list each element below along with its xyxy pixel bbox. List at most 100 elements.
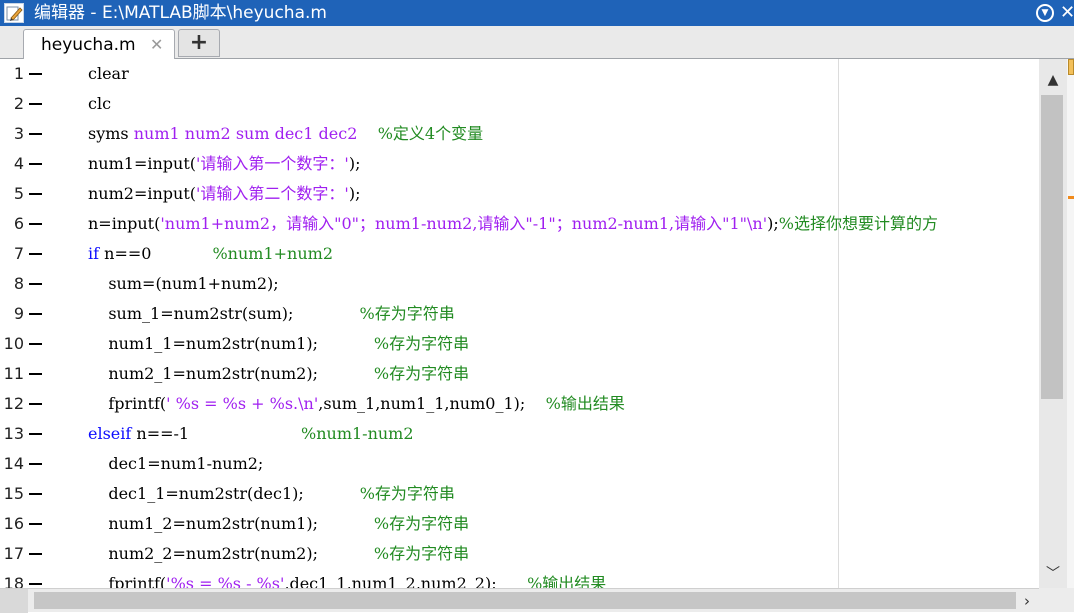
code-line[interactable]: 9 sum_1=num2str(sum); %存为字符串 — [0, 299, 1039, 329]
breakpoint-marker[interactable] — [29, 253, 42, 255]
code-token: '请输入第二个数字：' — [196, 184, 349, 203]
breakpoint-marker[interactable] — [29, 553, 42, 555]
code-text: num2_2=num2str(num2); %存为字符串 — [88, 539, 469, 569]
tab-heyucha[interactable]: heyucha.m ✕ — [23, 29, 175, 60]
breakpoint-marker[interactable] — [29, 433, 42, 435]
breakpoint-marker[interactable] — [29, 493, 42, 495]
breakpoint-marker[interactable] — [29, 163, 42, 165]
code-line[interactable]: 14 dec1=num1-num2; — [0, 449, 1039, 479]
horizontal-scroll-left[interactable] — [0, 589, 28, 613]
vertical-scrollbar[interactable]: ▲ ﹀ — [1039, 59, 1067, 588]
breakpoint-marker[interactable] — [29, 523, 42, 525]
breakpoint-marker[interactable] — [29, 403, 42, 405]
code-text: dec1_1=num2str(dec1); %存为字符串 — [88, 479, 455, 509]
title-bar: 编辑器 - E:\MATLAB脚本\heyucha.m ▼ ✕ — [0, 0, 1074, 26]
horizontal-scrollbar[interactable]: › — [0, 588, 1039, 613]
add-tab-button[interactable]: + — [178, 29, 220, 57]
code-line[interactable]: 16 num1_2=num2str(num1); %存为字符串 — [0, 509, 1039, 539]
code-token: '请输入第一个数字：' — [196, 154, 349, 173]
code-token: clear — [88, 64, 129, 83]
code-line[interactable]: 7 if n==0 %num1+num2 — [0, 239, 1039, 269]
code-text: num1=input('请输入第一个数字：'); — [88, 149, 360, 179]
code-token: num1_2=num2str(num1); — [88, 514, 374, 533]
code-line[interactable]: 11 num2_1=num2str(num2); %存为字符串 — [0, 359, 1039, 389]
breakpoint-marker[interactable] — [29, 133, 42, 135]
close-icon[interactable]: ✕ — [150, 35, 163, 55]
line-number: 1 — [13, 64, 24, 83]
code-text: clc — [88, 89, 111, 119]
line-number: 14 — [3, 454, 24, 473]
code-text: n=input('num1+num2，请输入"0"；num1-num2,请输入"… — [88, 209, 938, 239]
code-line[interactable]: 15 dec1_1=num2str(dec1); %存为字符串 — [0, 479, 1039, 509]
code-token: n==0 — [99, 244, 213, 263]
code-token: num2_1=num2str(num2); — [88, 364, 374, 383]
line-number: 17 — [3, 544, 24, 563]
code-text: fprintf(' %s = %s + %s.\n',sum_1,num1_1,… — [88, 389, 625, 419]
breakpoint-marker[interactable] — [29, 583, 42, 585]
line-number: 11 — [3, 364, 24, 383]
code-line[interactable]: 5 num2=input('请输入第二个数字：'); — [0, 179, 1039, 209]
code-line[interactable]: 8 sum=(num1+num2); — [0, 269, 1039, 299]
code-line[interactable]: 3 syms num1 num2 sum dec1 dec2 %定义4个变量 — [0, 119, 1039, 149]
code-line[interactable]: 12 fprintf(' %s = %s + %s.\n',sum_1,num1… — [0, 389, 1039, 419]
code-line[interactable]: 4 num1=input('请输入第一个数字：'); — [0, 149, 1039, 179]
scrollbar-corner — [1039, 588, 1074, 612]
chevron-right-icon[interactable]: › — [1016, 589, 1038, 613]
code-line[interactable]: 6 n=input('num1+num2，请输入"0"；num1-num2,请输入… — [0, 209, 1039, 239]
breakpoint-marker[interactable] — [29, 283, 42, 285]
warning-marker[interactable] — [1068, 196, 1074, 199]
line-number: 5 — [13, 184, 24, 203]
code-text: sum_1=num2str(sum); %存为字符串 — [88, 299, 454, 329]
code-editor[interactable]: 1 clear 2 clc 3 syms num1 num2 sum dec1 dec2 … — [0, 59, 1039, 588]
code-token: %num1+num2 — [212, 244, 333, 263]
vertical-scroll-thumb[interactable] — [1041, 95, 1063, 399]
code-token: elseif — [88, 424, 132, 443]
line-number: 9 — [13, 304, 24, 323]
code-line[interactable]: 2 clc — [0, 89, 1039, 119]
breakpoint-marker[interactable] — [29, 193, 42, 195]
breakpoint-marker[interactable] — [29, 373, 42, 375]
code-text: sum=(num1+num2); — [88, 269, 279, 299]
breakpoint-marker[interactable] — [29, 313, 42, 315]
line-number: 15 — [3, 484, 24, 503]
horizontal-scroll-thumb[interactable] — [34, 592, 1016, 609]
code-line[interactable]: 18 fprintf('%s = %s - %s',dec1_1,num1_2,… — [0, 569, 1039, 588]
chevron-down-circle-icon[interactable]: ▼ — [1036, 4, 1054, 22]
code-text: dec1=num1-num2; — [88, 449, 263, 479]
code-line[interactable]: 10 num1_1=num2str(num1); %存为字符串 — [0, 329, 1039, 359]
code-token: dec1_1=num2str(dec1); — [88, 484, 360, 503]
code-line[interactable]: 1 clear — [0, 59, 1039, 89]
matlab-editor-icon — [4, 3, 24, 23]
code-token: %存为字符串 — [373, 334, 470, 353]
line-number: 8 — [13, 274, 24, 293]
chevron-down-icon[interactable]: ﹀ — [1039, 564, 1067, 584]
line-number: 12 — [3, 394, 24, 413]
chevron-up-icon[interactable]: ▲ — [1039, 70, 1067, 90]
breakpoint-marker[interactable] — [29, 73, 42, 75]
breakpoint-marker[interactable] — [29, 463, 42, 465]
breakpoint-marker[interactable] — [29, 103, 42, 105]
code-token: sum=(num1+num2); — [88, 274, 279, 293]
code-line[interactable]: 13 elseif n==-1 %num1-num2 — [0, 419, 1039, 449]
code-token: %存为字符串 — [373, 514, 470, 533]
code-text: num1_2=num2str(num1); %存为字符串 — [88, 509, 469, 539]
code-token: 'num1+num2，请输入"0"；num1-num2,请输入"-1"；num2… — [160, 214, 768, 233]
code-token: %输出结果 — [527, 574, 607, 588]
code-token: n=input( — [88, 214, 161, 233]
line-number: 7 — [13, 244, 24, 263]
code-token: num2_2=num2str(num2); — [88, 544, 374, 563]
breakpoint-marker[interactable] — [29, 223, 42, 225]
code-token: %定义4个变量 — [377, 124, 484, 143]
code-token: %选择你想要计算的方 — [778, 214, 938, 233]
close-icon[interactable]: ✕ — [1060, 2, 1074, 24]
code-line[interactable]: 17 num2_2=num2str(num2); %存为字符串 — [0, 539, 1039, 569]
line-number: 6 — [13, 214, 24, 233]
code-token: %输出结果 — [545, 394, 625, 413]
line-number: 18 — [3, 574, 24, 588]
code-token: %存为字符串 — [373, 364, 470, 383]
warning-indicator[interactable] — [1068, 59, 1074, 75]
code-token: ); — [348, 154, 361, 173]
code-token: dec1=num1-num2; — [88, 454, 264, 473]
line-number: 4 — [13, 154, 24, 173]
breakpoint-marker[interactable] — [29, 343, 42, 345]
